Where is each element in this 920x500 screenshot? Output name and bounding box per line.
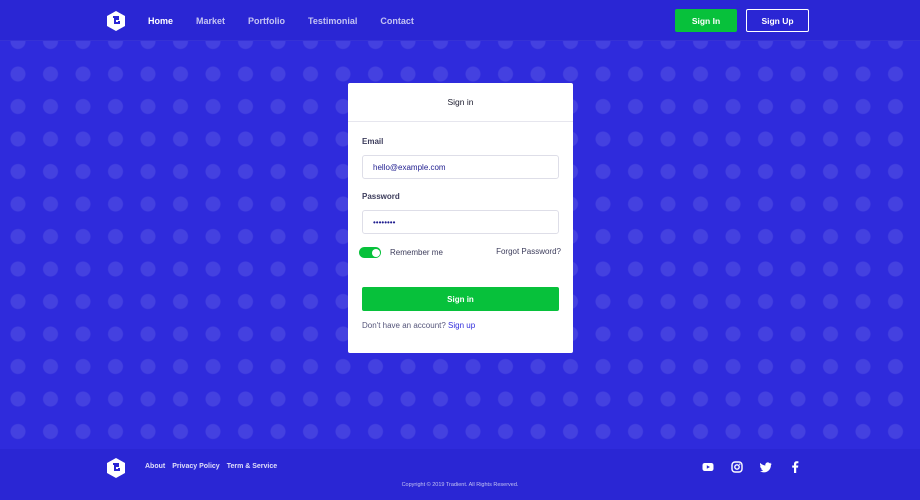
sign-in-submit-button[interactable]: Sign in — [362, 287, 559, 311]
signup-link[interactable]: Sign up — [448, 321, 475, 330]
footer-about-link[interactable]: About — [145, 463, 165, 470]
header-sign-up-button[interactable]: Sign Up — [746, 9, 809, 32]
footer-logo-icon[interactable] — [107, 458, 125, 478]
main-nav: Home Market Portfolio Testimonial Contac… — [148, 0, 437, 41]
toggle-knob — [371, 248, 380, 257]
youtube-icon[interactable] — [702, 461, 714, 473]
email-label: Email — [362, 137, 384, 146]
sign-in-card: Sign in Email Password Remember me Forgo… — [348, 83, 573, 353]
signup-prompt: Don't have an account? Sign up — [362, 321, 475, 330]
facebook-icon[interactable] — [789, 461, 801, 473]
copyright-text: Copyright © 2019 Tradient. All Rights Re… — [401, 482, 519, 488]
nav-portfolio-link[interactable]: Portfolio — [248, 16, 285, 26]
top-navbar: Home Market Portfolio Testimonial Contac… — [0, 0, 920, 41]
password-label: Password — [362, 192, 400, 201]
twitter-icon[interactable] — [760, 461, 772, 473]
email-field[interactable] — [362, 155, 559, 179]
nav-testimonial-link[interactable]: Testimonial — [308, 16, 357, 26]
password-field[interactable] — [362, 210, 559, 234]
nav-market-link[interactable]: Market — [196, 16, 225, 26]
footer: About Privacy Policy Term & Service Copy… — [0, 449, 920, 500]
nav-home-link[interactable]: Home — [148, 16, 173, 26]
footer-privacy-link[interactable]: Privacy Policy — [172, 463, 219, 470]
remember-me-toggle[interactable] — [359, 247, 381, 258]
instagram-icon[interactable] — [731, 461, 743, 473]
footer-links: About Privacy Policy Term & Service — [145, 463, 284, 470]
brand-logo-icon[interactable] — [107, 11, 125, 31]
remember-me-label: Remember me — [390, 248, 443, 257]
nav-contact-link[interactable]: Contact — [380, 16, 414, 26]
forgot-password-link[interactable]: Forgot Password? — [496, 247, 561, 256]
signup-prompt-text: Don't have an account? — [362, 321, 446, 330]
header-sign-in-button[interactable]: Sign In — [675, 9, 737, 32]
footer-terms-link[interactable]: Term & Service — [227, 463, 277, 470]
card-title: Sign in — [348, 83, 573, 122]
